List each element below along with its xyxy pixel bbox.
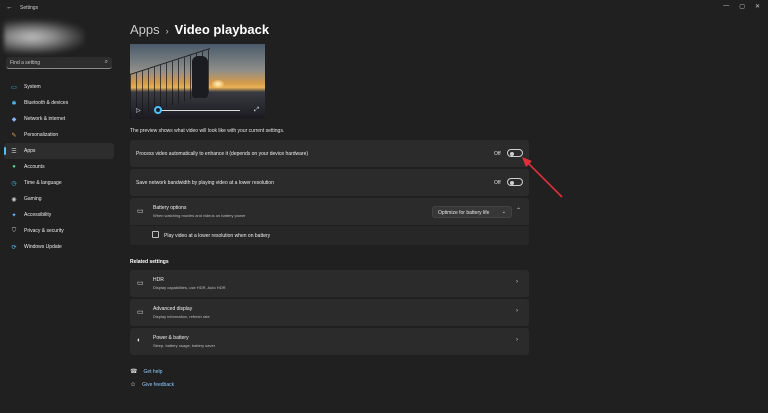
accessibility-icon: ✦	[11, 212, 17, 219]
chevron-right-icon: ›	[165, 26, 169, 36]
apps-icon: ☰	[11, 148, 17, 155]
sidebar-item-label: Windows Update	[24, 244, 62, 250]
sidebar-item-label: Personalization	[24, 132, 59, 138]
get-help-label: Get help	[143, 368, 163, 375]
sidebar-item-label: System	[24, 84, 41, 90]
sidebar-item-label: Bluetooth & devices	[24, 100, 69, 106]
search-icon: ⌕	[104, 59, 108, 65]
sidebar-item-system[interactable]: ▭ System	[4, 79, 114, 95]
network-icon: ◆	[11, 116, 17, 123]
sidebar-item-time-language[interactable]: ◷ Time & language	[4, 175, 114, 191]
close-icon[interactable]: ✕	[755, 3, 760, 10]
play-icon[interactable]: ▷	[136, 107, 141, 114]
search-input[interactable]: Find a setting ⌕	[6, 57, 112, 69]
related-item-title: Advanced display	[153, 306, 193, 312]
sidebar-item-gaming[interactable]: ◉ Gaming	[4, 191, 114, 207]
sidebar-item-accounts[interactable]: ● Accounts	[4, 159, 114, 175]
brush-icon: ✎	[11, 132, 17, 139]
gaming-icon: ◉	[11, 196, 17, 203]
sun-glow	[212, 80, 224, 88]
back-icon[interactable]: ←	[6, 4, 13, 11]
sidebar-item-privacy-security[interactable]: ⛉ Privacy & security	[4, 223, 114, 239]
battery-options-subtitle: When watching movies and videos on batte…	[153, 213, 246, 218]
video-preview: ▷ ⤢	[130, 44, 265, 119]
process-video-state: Off	[494, 151, 501, 157]
clock-icon: ◷	[11, 180, 17, 187]
save-bandwidth-setting: Save network bandwidth by playing video …	[130, 169, 529, 196]
accounts-icon: ●	[12, 164, 16, 170]
sidebar-item-label: Network & internet	[24, 116, 66, 122]
shield-icon: ⛉	[11, 227, 17, 234]
save-bandwidth-label: Save network bandwidth by playing video …	[136, 180, 274, 186]
chevron-right-icon: ›	[516, 308, 518, 314]
related-item-subtitle: Display capabilities, use HDR, Auto HDR	[153, 285, 226, 290]
person-silhouette	[192, 56, 208, 98]
system-icon: ▭	[11, 84, 17, 91]
battery-options-expanded: Play video at a lower resolution when on…	[130, 226, 529, 245]
search-placeholder: Find a setting	[10, 60, 41, 66]
chevron-right-icon: ›	[516, 337, 518, 343]
sidebar-item-label: Gaming	[24, 196, 42, 202]
window-title: Settings	[20, 5, 39, 11]
window-controls: — ▢ ✕	[723, 3, 760, 10]
related-advanced-display[interactable]: ▭ Advanced display Display information, …	[130, 299, 529, 326]
process-video-setting: Process video automatically to enhance i…	[130, 140, 529, 167]
sidebar-item-personalization[interactable]: ✎ Personalization	[4, 127, 114, 143]
annotation-arrow-line	[526, 161, 563, 198]
seek-handle[interactable]	[154, 106, 162, 114]
related-item-subtitle: Display information, refresh rate	[153, 314, 210, 319]
bluetooth-icon: ✱	[11, 100, 17, 107]
profile-avatar[interactable]	[4, 20, 84, 54]
seek-track[interactable]	[158, 110, 240, 111]
minimize-icon[interactable]: —	[723, 3, 729, 10]
help-icon: ☎	[130, 369, 138, 375]
sidebar-item-label: Accessibility	[24, 212, 52, 218]
feedback-icon: ☺	[130, 382, 137, 388]
power-icon: ◐	[137, 337, 142, 344]
maximize-icon[interactable]: ▢	[739, 3, 745, 10]
battery-video-icon: ▭	[137, 208, 144, 215]
related-item-title: HDR	[153, 277, 164, 283]
save-bandwidth-state: Off	[494, 180, 501, 186]
breadcrumb-apps[interactable]: Apps	[130, 22, 160, 37]
sidebar-item-label: Accounts	[24, 164, 45, 170]
chevron-down-icon: ⌄	[501, 209, 506, 215]
breadcrumb: Apps › Video playback	[130, 22, 269, 37]
related-power-battery[interactable]: ◐ Power & battery Sleep, battery usage, …	[130, 328, 529, 355]
chevron-right-icon: ›	[516, 279, 518, 285]
title-bar: ← Settings — ▢ ✕	[0, 0, 768, 16]
related-settings-heading: Related settings	[130, 259, 169, 265]
battery-options-title: Battery options	[153, 205, 187, 211]
sidebar-nav: ▭ System ✱ Bluetooth & devices ◆ Network…	[4, 79, 114, 255]
sidebar-item-apps[interactable]: ☰ Apps	[4, 143, 114, 159]
process-video-toggle[interactable]	[507, 149, 523, 157]
preview-description: The preview shows what video will look l…	[130, 128, 285, 134]
update-icon: ⟳	[11, 244, 17, 251]
related-item-subtitle: Sleep, battery usage, battery saver	[153, 343, 216, 348]
battery-optimize-dropdown[interactable]: Optimize for battery life ⌄	[432, 206, 512, 218]
give-feedback-link[interactable]: ☺ Give feedback	[130, 382, 174, 388]
hdr-icon: ▭	[137, 280, 144, 287]
dropdown-value: Optimize for battery life	[438, 210, 490, 216]
sidebar-item-label: Apps	[24, 148, 36, 154]
related-hdr[interactable]: ▭ HDR Display capabilities, use HDR, Aut…	[130, 270, 529, 297]
sidebar-item-bluetooth[interactable]: ✱ Bluetooth & devices	[4, 95, 114, 111]
related-item-title: Power & battery	[153, 335, 189, 341]
page-title: Video playback	[174, 22, 270, 37]
monitor-icon: ▭	[137, 309, 144, 316]
lower-resolution-battery-label: Play video at a lower resolution when on…	[164, 233, 271, 239]
sidebar-item-accessibility[interactable]: ✦ Accessibility	[4, 207, 114, 223]
sidebar-item-windows-update[interactable]: ⟳ Windows Update	[4, 239, 114, 255]
process-video-label: Process video automatically to enhance i…	[136, 151, 309, 157]
sidebar-item-network[interactable]: ◆ Network & internet	[4, 111, 114, 127]
give-feedback-label: Give feedback	[142, 382, 175, 388]
chevron-up-icon[interactable]: ⌃	[516, 207, 521, 214]
sidebar-item-label: Time & language	[24, 180, 62, 186]
sidebar-item-label: Privacy & security	[24, 228, 64, 234]
get-help-link[interactable]: ☎ Get help	[130, 368, 163, 376]
lower-resolution-battery-checkbox[interactable]	[152, 231, 159, 238]
fullscreen-icon[interactable]: ⤢	[254, 107, 259, 114]
save-bandwidth-toggle[interactable]	[507, 178, 523, 186]
